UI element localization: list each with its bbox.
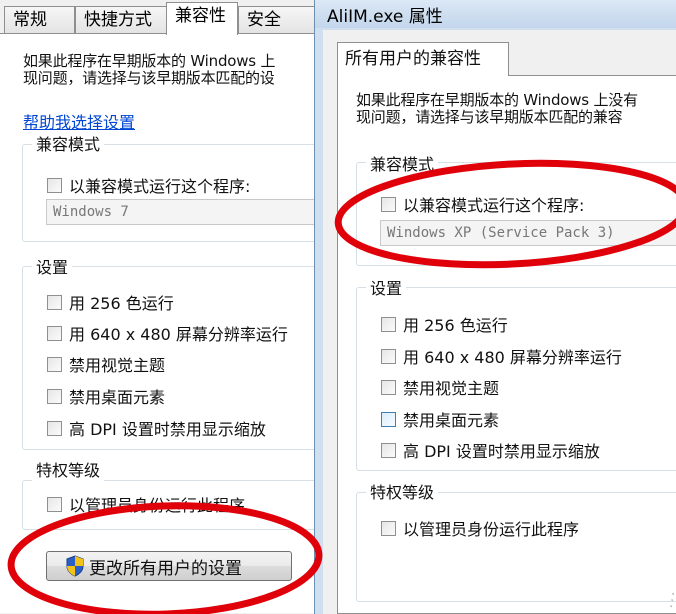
- right-setting-640x480[interactable]: 用 640 x 480 屏幕分辨率运行: [381, 344, 622, 368]
- right-visual-themes-checkbox[interactable]: [381, 379, 396, 395]
- right-setting-desktop-composition[interactable]: 禁用桌面元素: [381, 407, 499, 431]
- left-run-as-admin-checkbox[interactable]: [47, 496, 62, 512]
- right-window-title: AliIM.exe 属性: [327, 7, 443, 27]
- left-privilege-title: 特权等级: [32, 457, 105, 481]
- right-desktop-composition-checkbox[interactable]: [381, 411, 396, 427]
- right-640x480-checkbox[interactable]: [381, 348, 396, 364]
- right-256-colors-label: 用 256 色运行: [403, 316, 508, 335]
- right-640x480-label: 用 640 x 480 屏幕分辨率运行: [403, 348, 622, 367]
- right-desktop-composition-label: 禁用桌面元素: [403, 411, 500, 430]
- right-privilege-title: 特权等级: [366, 479, 439, 503]
- change-all-users-settings-button[interactable]: 更改所有用户的设置: [46, 551, 292, 581]
- tab-compatibility[interactable]: 兼容性: [166, 2, 238, 35]
- left-setting-640x480[interactable]: 用 640 x 480 屏幕分辨率运行: [47, 321, 288, 345]
- right-compat-mode-checkbox[interactable]: [381, 196, 396, 212]
- right-description-line1: 如果此程序在早期版本的 Windows 上没有: [356, 91, 638, 109]
- right-privilege-group: [356, 492, 676, 602]
- right-compat-mode-title: 兼容模式: [366, 151, 439, 175]
- left-compat-mode-checkbox[interactable]: [47, 177, 62, 193]
- left-os-version-select[interactable]: Windows 7: [46, 199, 336, 225]
- right-os-version-select[interactable]: Windows XP (Service Pack 3): [380, 220, 676, 246]
- screenshot-stage: 常规 快捷方式 兼容性 安全 如果此程序在早期版本的 Windows 上 现问题…: [0, 0, 676, 614]
- left-setting-desktop-composition[interactable]: 禁用桌面元素: [47, 384, 165, 408]
- right-run-as-admin-row[interactable]: 以管理员身份运行此程序: [381, 516, 579, 540]
- left-compat-panel: 如果此程序在早期版本的 Windows 上 现问题，请选择与该早期版本匹配的设 …: [0, 33, 342, 613]
- right-high-dpi-label: 高 DPI 设置时禁用显示缩放: [403, 442, 600, 461]
- right-settings-title: 设置: [366, 275, 407, 299]
- right-setting-256-colors[interactable]: 用 256 色运行: [381, 312, 508, 336]
- right-setting-high-dpi[interactable]: 高 DPI 设置时禁用显示缩放: [381, 438, 600, 462]
- right-run-as-admin-label: 以管理员身份运行此程序: [403, 520, 580, 539]
- left-tab-strip: 常规 快捷方式 兼容性 安全: [0, 2, 320, 35]
- right-visual-themes-label: 禁用视觉主题: [403, 379, 500, 398]
- uac-shield-icon: [66, 555, 84, 577]
- right-description-line2: 现问题，请选择与该早期版本匹配的兼容: [356, 108, 623, 126]
- left-256-colors-label: 用 256 色运行: [69, 294, 174, 313]
- right-256-colors-checkbox[interactable]: [381, 316, 396, 332]
- left-setting-256-colors[interactable]: 用 256 色运行: [47, 290, 174, 314]
- left-run-as-admin-label: 以管理员身份运行此程序: [69, 496, 246, 515]
- left-640x480-label: 用 640 x 480 屏幕分辨率运行: [69, 325, 288, 344]
- left-setting-visual-themes[interactable]: 禁用视觉主题: [47, 352, 165, 376]
- tab-general[interactable]: 常规: [4, 6, 75, 34]
- left-description-line2: 现问题，请选择与该早期版本匹配的设: [23, 69, 275, 87]
- help-me-choose-link[interactable]: 帮助我选择设置: [23, 109, 135, 133]
- left-compat-mode-checkbox-label: 以兼容模式运行这个程序:: [69, 177, 251, 196]
- change-all-users-button-label: 更改所有用户的设置: [89, 558, 242, 579]
- left-high-dpi-checkbox[interactable]: [47, 420, 62, 436]
- right-properties-window: AliIM.exe 属性 所有用户的兼容性 如果此程序在早期版本的 Window…: [314, 0, 676, 614]
- right-window-client: 所有用户的兼容性 如果此程序在早期版本的 Windows 上没有 现问题，请选择…: [323, 30, 676, 614]
- left-desktop-composition-checkbox[interactable]: [47, 388, 62, 404]
- right-window-titlebar[interactable]: AliIM.exe 属性: [315, 0, 676, 28]
- left-high-dpi-label: 高 DPI 设置时禁用显示缩放: [69, 420, 266, 439]
- left-description-line1: 如果此程序在早期版本的 Windows 上: [23, 52, 276, 70]
- left-setting-high-dpi[interactable]: 高 DPI 设置时禁用显示缩放: [47, 416, 266, 440]
- left-run-as-admin-row[interactable]: 以管理员身份运行此程序: [47, 492, 245, 516]
- right-compat-panel: 如果此程序在早期版本的 Windows 上没有 现问题，请选择与该早期版本匹配的…: [337, 75, 676, 614]
- right-high-dpi-checkbox[interactable]: [381, 442, 396, 458]
- right-run-as-admin-checkbox[interactable]: [381, 520, 396, 536]
- left-desktop-composition-label: 禁用桌面元素: [69, 388, 166, 407]
- tab-all-users-compatibility[interactable]: 所有用户的兼容性: [337, 42, 509, 76]
- left-visual-themes-label: 禁用视觉主题: [69, 356, 166, 375]
- tab-shortcut[interactable]: 快捷方式: [75, 6, 167, 34]
- left-properties-window: 常规 快捷方式 兼容性 安全 如果此程序在早期版本的 Windows 上 现问题…: [0, 0, 342, 614]
- right-compat-mode-checkbox-row[interactable]: 以兼容模式运行这个程序:: [381, 192, 584, 216]
- left-compat-mode-title: 兼容模式: [32, 131, 105, 155]
- left-640x480-checkbox[interactable]: [47, 325, 62, 341]
- right-setting-visual-themes[interactable]: 禁用视觉主题: [381, 375, 499, 399]
- tab-security[interactable]: 安全: [238, 6, 318, 34]
- left-256-colors-checkbox[interactable]: [47, 294, 62, 310]
- right-compat-mode-checkbox-label: 以兼容模式运行这个程序:: [403, 196, 585, 215]
- left-settings-title: 设置: [32, 254, 73, 278]
- left-compat-mode-checkbox-row[interactable]: 以兼容模式运行这个程序:: [47, 173, 250, 197]
- left-visual-themes-checkbox[interactable]: [47, 356, 62, 372]
